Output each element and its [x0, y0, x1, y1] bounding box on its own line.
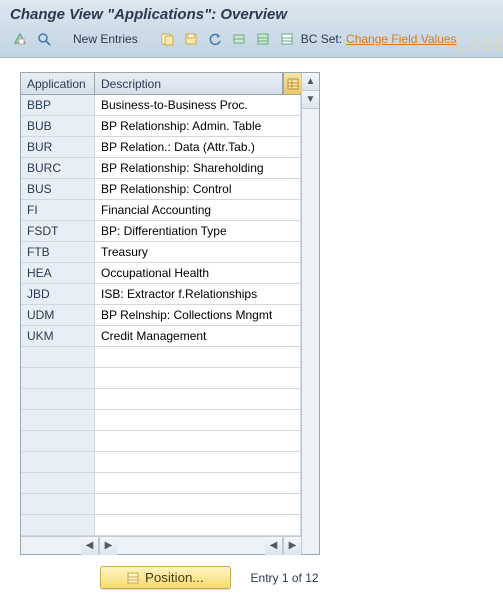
cell-application[interactable]: HEA	[21, 263, 95, 283]
cell-description[interactable]: BP Relationship: Control	[95, 179, 301, 199]
cell-application[interactable]: FTB	[21, 242, 95, 262]
cell-description[interactable]: Occupational Health	[95, 263, 301, 283]
hscroll-right2-icon[interactable]: ▶	[283, 537, 301, 555]
table-config-icon[interactable]	[283, 73, 301, 94]
cell-description[interactable]: BP: Differentiation Type	[95, 221, 301, 241]
vscroll-down-icon[interactable]: ▼	[302, 91, 319, 109]
applications-table: Application Description BBPBusiness-to-B…	[20, 72, 320, 555]
cell-application[interactable]	[21, 347, 95, 367]
table-row[interactable]: UDMBP Relnship: Collections Mngmt	[21, 305, 301, 326]
column-header-application[interactable]: Application	[21, 73, 95, 94]
table-row[interactable]	[21, 515, 301, 536]
cell-application[interactable]: JBD	[21, 284, 95, 304]
cell-description[interactable]: BP Relationship: Admin. Table	[95, 116, 301, 136]
table-row[interactable]: FIFinancial Accounting	[21, 200, 301, 221]
cell-description[interactable]: Business-to-Business Proc.	[95, 95, 301, 115]
vscroll-up-icon[interactable]: ▲	[302, 73, 319, 91]
cell-description[interactable]: BP Relationship: Shareholding	[95, 158, 301, 178]
bcset-label: BC Set:	[301, 32, 342, 46]
select-all-icon[interactable]	[253, 29, 273, 49]
position-icon	[127, 572, 139, 584]
cell-description[interactable]	[95, 431, 301, 451]
position-button[interactable]: Position...	[100, 566, 231, 589]
table-row[interactable]	[21, 368, 301, 389]
cell-application[interactable]: BURC	[21, 158, 95, 178]
cell-application[interactable]	[21, 431, 95, 451]
table-row[interactable]: BURBP Relation.: Data (Attr.Tab.)	[21, 137, 301, 158]
table-row[interactable]	[21, 347, 301, 368]
cell-description[interactable]	[95, 473, 301, 493]
cell-application[interactable]: BUR	[21, 137, 95, 157]
table-row[interactable]: BUBBP Relationship: Admin. Table	[21, 116, 301, 137]
cell-application[interactable]	[21, 515, 95, 535]
cell-application[interactable]	[21, 410, 95, 430]
find-icon[interactable]	[34, 29, 54, 49]
cell-application[interactable]	[21, 368, 95, 388]
cell-description[interactable]: ISB: Extractor f.Relationships	[95, 284, 301, 304]
table-row[interactable]	[21, 473, 301, 494]
undo-icon[interactable]	[205, 29, 225, 49]
table-row[interactable]	[21, 494, 301, 515]
cell-description[interactable]	[95, 494, 301, 514]
cell-application[interactable]: BBP	[21, 95, 95, 115]
delimit-icon[interactable]	[229, 29, 249, 49]
cell-application[interactable]	[21, 494, 95, 514]
table-row[interactable]	[21, 389, 301, 410]
cell-application[interactable]	[21, 452, 95, 472]
cell-description[interactable]	[95, 368, 301, 388]
hscroll-left-icon[interactable]: ◀	[81, 537, 99, 555]
cell-application[interactable]	[21, 473, 95, 493]
table-row[interactable]: JBDISB: Extractor f.Relationships	[21, 284, 301, 305]
copy-icon[interactable]	[157, 29, 177, 49]
cell-description[interactable]	[95, 389, 301, 409]
table-row[interactable]: BURCBP Relationship: Shareholding	[21, 158, 301, 179]
table-row[interactable]: FSDTBP: Differentiation Type	[21, 221, 301, 242]
entry-counter: Entry 1 of 12	[251, 571, 319, 585]
position-label: Position...	[145, 570, 204, 585]
table-row[interactable]: FTBTreasury	[21, 242, 301, 263]
deselect-all-icon[interactable]	[277, 29, 297, 49]
table-row[interactable]: BBPBusiness-to-Business Proc.	[21, 95, 301, 116]
cell-application[interactable]: BUS	[21, 179, 95, 199]
cell-description[interactable]	[95, 410, 301, 430]
cell-description[interactable]: Financial Accounting	[95, 200, 301, 220]
table-row[interactable]: HEAOccupational Health	[21, 263, 301, 284]
column-header-description[interactable]: Description	[95, 73, 283, 94]
cell-application[interactable]: UDM	[21, 305, 95, 325]
cell-description[interactable]	[95, 347, 301, 367]
table-row[interactable]: BUSBP Relationship: Control	[21, 179, 301, 200]
table-row[interactable]	[21, 452, 301, 473]
table-row[interactable]	[21, 431, 301, 452]
horizontal-scrollbar: ◀ ▶ ◀ ▶	[21, 536, 301, 554]
cell-application[interactable]: FSDT	[21, 221, 95, 241]
cell-description[interactable]: Treasury	[95, 242, 301, 262]
toolbar: New Entries BC Set: Change Field Values	[10, 29, 493, 53]
cell-application[interactable]: UKM	[21, 326, 95, 346]
bc-set-button[interactable]: BC Set: Change Field Values	[301, 32, 457, 46]
page-title: Change View "Applications": Overview	[10, 6, 493, 23]
cell-application[interactable]: FI	[21, 200, 95, 220]
cell-description[interactable]	[95, 452, 301, 472]
hscroll-left2-icon[interactable]: ◀	[265, 537, 283, 555]
new-entries-button[interactable]: New Entries	[66, 29, 145, 49]
other-view-icon[interactable]	[10, 29, 30, 49]
cell-description[interactable]: BP Relation.: Data (Attr.Tab.)	[95, 137, 301, 157]
table-row[interactable]	[21, 410, 301, 431]
cell-application[interactable]: BUB	[21, 116, 95, 136]
bcset-action-label: Change Field Values	[346, 32, 457, 46]
cell-description[interactable]: BP Relnship: Collections Mngmt	[95, 305, 301, 325]
cell-application[interactable]	[21, 389, 95, 409]
hscroll-right-icon[interactable]: ▶	[99, 537, 117, 555]
table-row[interactable]: UKMCredit Management	[21, 326, 301, 347]
vertical-scrollbar: ▲ ▼	[301, 73, 319, 554]
save-icon[interactable]	[181, 29, 201, 49]
cell-description[interactable]	[95, 515, 301, 535]
cell-description[interactable]: Credit Management	[95, 326, 301, 346]
